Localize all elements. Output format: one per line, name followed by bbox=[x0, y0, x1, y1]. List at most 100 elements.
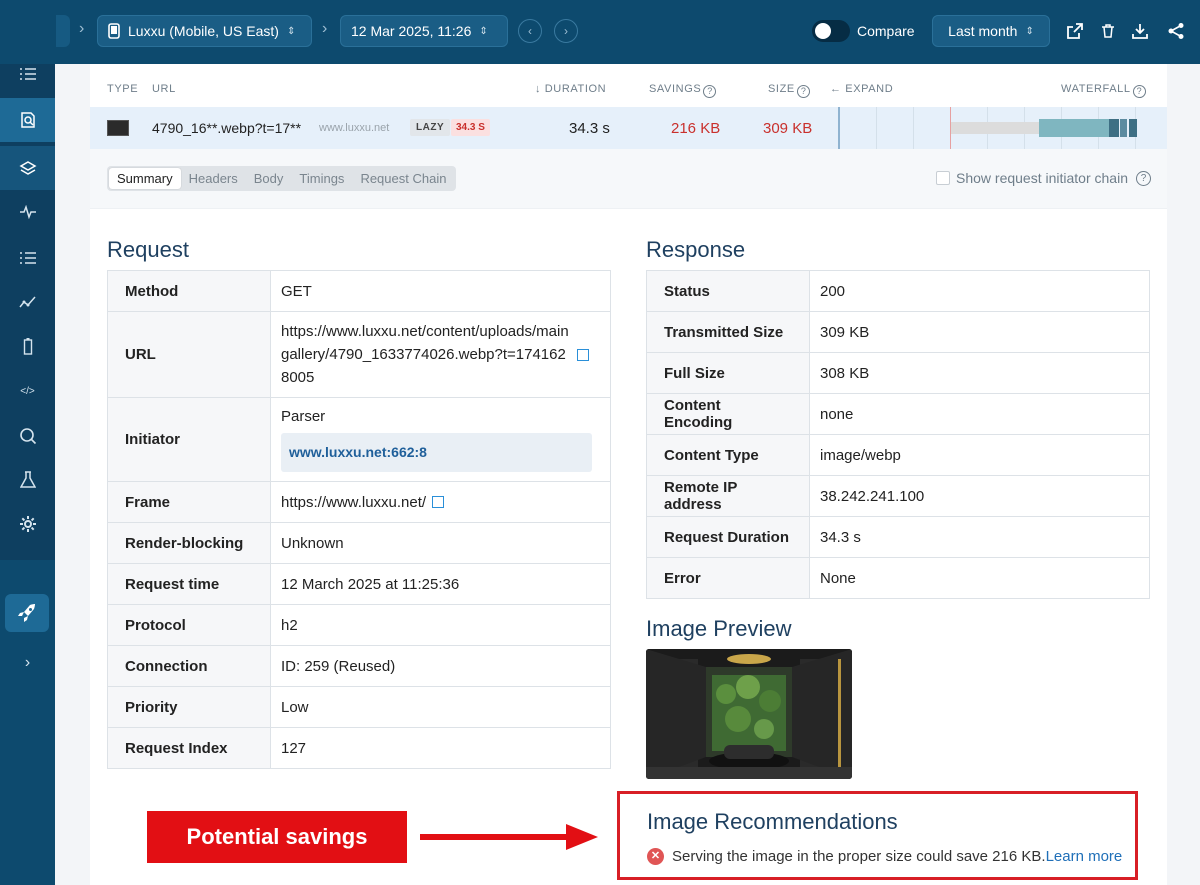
key-cell: Render-blocking bbox=[107, 522, 271, 564]
initiator-link[interactable]: www.luxxu.net:662:8 bbox=[281, 432, 592, 472]
col-expand[interactable]: ← EXPAND bbox=[830, 83, 893, 95]
learn-more-link[interactable]: Learn more bbox=[1046, 848, 1123, 865]
detail-tabs-bar: Summary Headers Body Timings Request Cha… bbox=[90, 149, 1167, 209]
sidebar-item-settings[interactable] bbox=[0, 504, 55, 544]
help-icon[interactable]: ? bbox=[703, 85, 717, 98]
content-encoding-value: none bbox=[809, 393, 1150, 435]
response-table: Status 200 Transmitted Size 309 KB Full Si… bbox=[646, 270, 1150, 599]
chevron-updown-icon: ⇕ bbox=[1025, 25, 1034, 37]
savings-value: 216 KB bbox=[671, 120, 721, 137]
download-icon[interactable] bbox=[1128, 19, 1152, 43]
chevron-right-icon: › bbox=[322, 20, 328, 37]
sidebar: </> › bbox=[0, 64, 55, 885]
help-icon[interactable]: ? bbox=[1136, 170, 1151, 186]
key-cell: Frame bbox=[107, 481, 271, 523]
flask-icon bbox=[19, 471, 36, 488]
col-url[interactable]: URL bbox=[152, 83, 176, 95]
top-bar: › Luxxu (Mobile, US East) ⇕ › 12 Mar 202… bbox=[0, 0, 1200, 64]
frame-value[interactable]: https://www.luxxu.net/ bbox=[281, 494, 426, 511]
detail-tabs: Summary Headers Body Timings Request Cha… bbox=[107, 166, 457, 191]
open-external-icon[interactable] bbox=[1063, 19, 1087, 43]
key-cell: Error bbox=[646, 557, 810, 599]
request-details-panel: TYPE URL ↓ DURATION SAVINGS? SIZE? ← EXP… bbox=[90, 64, 1167, 885]
breadcrumb-stub[interactable] bbox=[56, 15, 70, 47]
compare-toggle[interactable] bbox=[812, 20, 850, 42]
initiator-chain-label: Show request initiator chain bbox=[956, 170, 1128, 186]
table-row: Full Size 308 KB bbox=[646, 352, 1150, 394]
tab-headers[interactable]: Headers bbox=[181, 168, 246, 189]
search-icon bbox=[19, 428, 36, 445]
key-cell: Protocol bbox=[107, 604, 271, 646]
mobile-icon bbox=[108, 23, 120, 39]
size-value: 309 KB bbox=[763, 120, 813, 137]
compare-label: Compare bbox=[857, 23, 915, 39]
col-size[interactable]: SIZE? bbox=[768, 83, 810, 98]
sidebar-item-rocket[interactable] bbox=[5, 594, 49, 632]
sidebar-item-trends[interactable] bbox=[0, 282, 55, 322]
range-selector[interactable]: Last month ⇕ bbox=[932, 15, 1050, 47]
date-selector[interactable]: 12 Mar 2025, 11:26 ⇕ bbox=[340, 15, 508, 47]
share-icon[interactable] bbox=[1164, 19, 1188, 43]
next-test-button[interactable]: › bbox=[554, 19, 578, 43]
request-duration-value: 34.3 s bbox=[809, 516, 1150, 558]
chevron-updown-icon: ⇕ bbox=[479, 25, 488, 37]
gear-icon bbox=[19, 516, 36, 532]
tab-summary[interactable]: Summary bbox=[109, 168, 181, 189]
col-savings[interactable]: SAVINGS? bbox=[649, 83, 717, 98]
request-domain: www.luxxu.net bbox=[319, 122, 390, 134]
key-cell: Priority bbox=[107, 686, 271, 728]
initiator-value: Parser bbox=[281, 407, 326, 425]
sidebar-item-requests[interactable] bbox=[0, 238, 55, 278]
chevron-right-icon: › bbox=[79, 20, 85, 37]
waterfall-start-line bbox=[838, 107, 840, 149]
device-selector[interactable]: Luxxu (Mobile, US East) ⇕ bbox=[97, 15, 312, 47]
list-icon bbox=[19, 68, 36, 80]
col-waterfall[interactable]: WATERFALL? bbox=[1061, 83, 1146, 98]
initiator-chain-checkbox[interactable] bbox=[936, 171, 950, 185]
sidebar-item-pulse[interactable] bbox=[0, 192, 55, 232]
url-value[interactable]: https://www.luxxu.net/content/uploads/ma… bbox=[281, 320, 571, 389]
tab-timings[interactable]: Timings bbox=[291, 168, 352, 189]
sidebar-item-analysis[interactable] bbox=[0, 98, 55, 142]
sidebar-item-layers[interactable] bbox=[0, 146, 55, 190]
initiator-chain-option[interactable]: Show request initiator chain ? bbox=[936, 170, 1151, 186]
key-cell: Transmitted Size bbox=[646, 311, 810, 353]
open-external-icon[interactable] bbox=[432, 495, 445, 508]
help-icon[interactable]: ? bbox=[796, 85, 810, 98]
render-blocking-value: Unknown bbox=[270, 522, 611, 564]
sidebar-item-list[interactable] bbox=[0, 54, 55, 94]
table-row: Content Type image/webp bbox=[646, 434, 1150, 476]
error-icon: ✕ bbox=[647, 848, 664, 865]
key-cell: Status bbox=[646, 270, 810, 312]
sidebar-item-code[interactable]: </> bbox=[0, 371, 55, 411]
key-cell: Remote IP address bbox=[646, 475, 810, 517]
table-row: Status 200 bbox=[646, 270, 1150, 312]
col-duration[interactable]: ↓ DURATION bbox=[535, 83, 606, 95]
table-row[interactable]: 4790_16**.webp?t=17** www.luxxu.net LAZY… bbox=[90, 107, 1167, 149]
priority-value: Low bbox=[270, 686, 611, 728]
trash-icon[interactable] bbox=[1096, 19, 1120, 43]
prev-test-button[interactable]: ‹ bbox=[518, 19, 542, 43]
request-index-value: 127 bbox=[270, 727, 611, 769]
table-row: Request time 12 March 2025 at 11:25:36 bbox=[107, 563, 611, 605]
help-icon[interactable]: ? bbox=[1132, 85, 1146, 98]
tab-body[interactable]: Body bbox=[246, 168, 292, 189]
waterfall-wait-bar bbox=[951, 122, 1039, 134]
key-cell: Content Type bbox=[646, 434, 810, 476]
table-row: URL https://www.luxxu.net/content/upload… bbox=[107, 311, 611, 398]
potential-savings-callout: Potential savings bbox=[147, 811, 407, 863]
request-title: Request bbox=[107, 237, 189, 262]
sidebar-item-experiments[interactable] bbox=[0, 460, 55, 500]
table-row: Frame https://www.luxxu.net/ bbox=[107, 481, 611, 523]
sidebar-item-budget[interactable] bbox=[0, 326, 55, 366]
image-preview[interactable] bbox=[646, 649, 852, 779]
trend-icon bbox=[18, 296, 36, 308]
request-url: 4790_16**.webp?t=17** bbox=[152, 120, 302, 136]
expand-sidebar-icon[interactable]: › bbox=[0, 654, 55, 672]
tab-request-chain[interactable]: Request Chain bbox=[352, 168, 454, 189]
waterfall-segment bbox=[1129, 119, 1137, 137]
table-row: Connection ID: 259 (Reused) bbox=[107, 645, 611, 687]
open-external-icon[interactable] bbox=[577, 348, 589, 361]
table-row: Request Duration 34.3 s bbox=[646, 516, 1150, 558]
sidebar-item-search[interactable] bbox=[0, 416, 55, 456]
